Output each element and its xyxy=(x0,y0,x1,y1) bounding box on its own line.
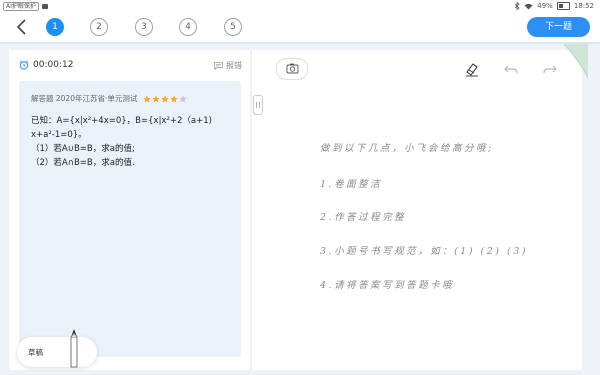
difficulty-stars xyxy=(143,94,188,103)
question-card: 解答题 2020年江苏省·单元测试 已知：A={x|x²+4x=0}，B={x|… xyxy=(19,81,241,357)
answer-guide-line: 做到以下几点，小飞会给高分哦; xyxy=(320,143,494,154)
answer-guide-line: 2.作答过程完整 xyxy=(320,212,407,223)
question-source: 解答题 2020年江苏省·单元测试 xyxy=(31,94,138,103)
redo-icon[interactable] xyxy=(542,61,558,77)
draft-button[interactable]: 草稿 xyxy=(17,329,97,368)
battery-icon xyxy=(556,2,570,10)
battery-percent: 49% xyxy=(537,2,553,10)
answer-guide-line: 1.卷面整洁 xyxy=(320,179,383,190)
eye-protection-badge: AI护眼保护 xyxy=(3,2,39,11)
report-error-button[interactable]: 报错 xyxy=(214,60,242,71)
question-line: 已知：A={x|x²+4x=0}，B={x|x²+2（a+1) xyxy=(31,116,212,126)
answer-guide-line: 3.小题号书写规范，如：(1) (2) (3) xyxy=(320,246,528,257)
status-bar: AI护眼保护 49% 18:52 xyxy=(0,0,600,12)
status-left: AI护眼保护 xyxy=(3,2,48,11)
report-label: 报错 xyxy=(226,61,242,70)
panel-resize-handle[interactable] xyxy=(253,95,263,115)
star-empty-icon xyxy=(179,94,188,102)
alarm-clock-icon xyxy=(19,60,29,70)
star-filled-icon xyxy=(152,94,161,102)
status-right: 49% 18:52 xyxy=(514,1,594,11)
step-1[interactable]: 1 xyxy=(46,18,64,36)
page-curl-icon xyxy=(564,44,588,78)
report-icon xyxy=(214,61,223,70)
question-meta: 解答题 2020年江苏省·单元测试 xyxy=(31,93,188,104)
clock-time: 18:52 xyxy=(573,2,594,10)
answer-guide-line: 4.请将答案写到答题卡哦 xyxy=(320,280,455,291)
question-line: （1）若A∪B=B，求a的值; xyxy=(31,144,135,154)
star-filled-icon xyxy=(170,94,179,102)
question-panel: 00:00:12 报错 解答题 2020年江苏省·单元测试 已知：A={x|x²… xyxy=(9,50,250,370)
draft-label: 草稿 xyxy=(28,348,43,357)
timer-value: 00:00:12 xyxy=(33,60,74,70)
timer: 00:00:12 xyxy=(19,60,73,70)
question-line: x+a²-1=0}。 xyxy=(31,130,87,140)
notification-icon xyxy=(41,4,48,9)
next-question-button[interactable]: 下一题 xyxy=(527,17,590,37)
star-filled-icon xyxy=(161,94,170,102)
answer-sheet[interactable] xyxy=(252,50,582,370)
star-filled-icon xyxy=(143,94,152,102)
pencil-icon xyxy=(70,329,78,368)
undo-icon[interactable] xyxy=(503,61,519,77)
camera-button[interactable] xyxy=(276,58,308,80)
wifi-icon xyxy=(524,3,533,9)
question-text: 已知：A={x|x²+4x=0}，B={x|x²+2（a+1) x+a²-1=0… xyxy=(31,114,236,170)
nav-divider xyxy=(0,42,600,44)
step-4[interactable]: 4 xyxy=(179,18,197,36)
step-5[interactable]: 5 xyxy=(224,18,242,36)
step-3[interactable]: 3 xyxy=(135,18,153,36)
eraser-icon[interactable] xyxy=(464,61,480,77)
step-2[interactable]: 2 xyxy=(90,18,108,36)
grip-icon xyxy=(256,102,260,108)
bluetooth-icon xyxy=(514,2,520,10)
question-navigation: 1 2 3 4 5 下一题 xyxy=(0,12,600,42)
back-arrow-icon[interactable] xyxy=(14,18,30,36)
camera-icon xyxy=(286,63,299,74)
question-line: （2）若A∩B=B，求a的值. xyxy=(31,158,135,168)
